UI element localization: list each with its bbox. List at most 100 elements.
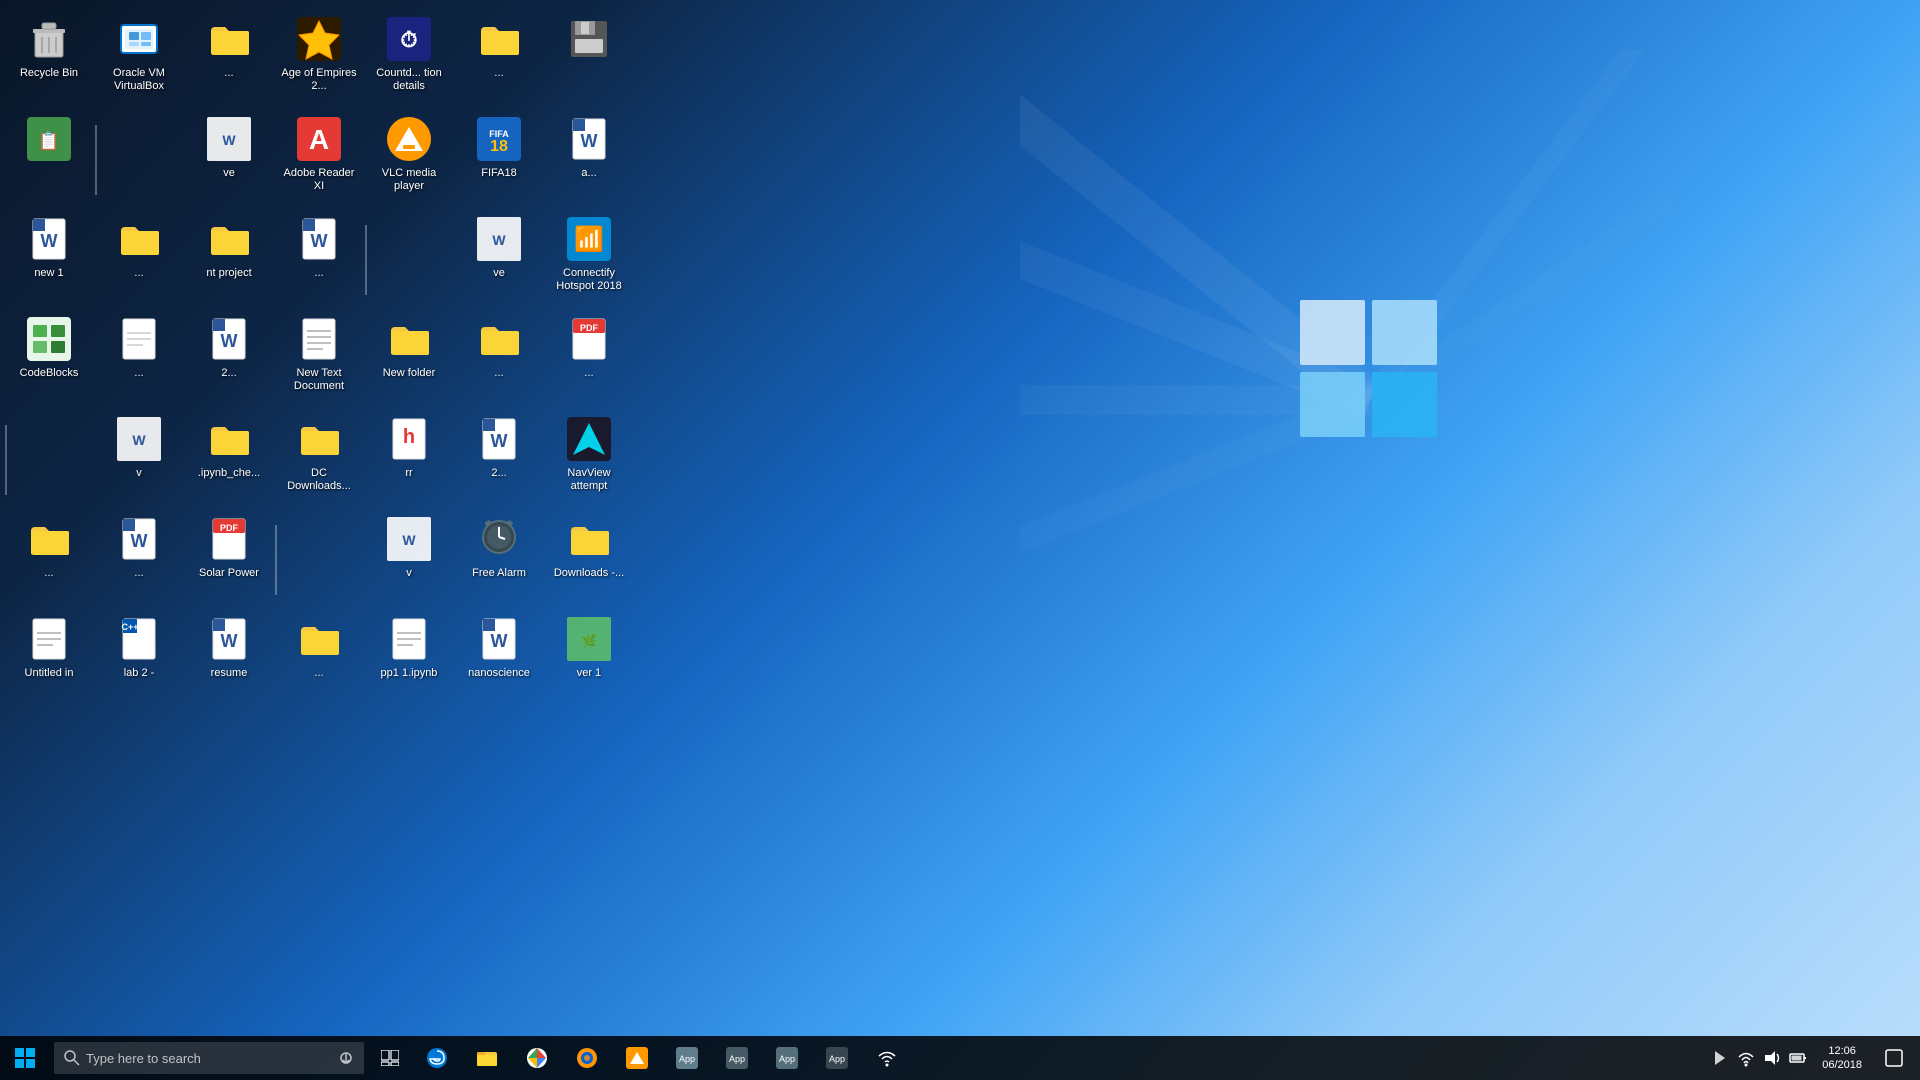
navview-icon[interactable]: NavView attempt [545, 410, 633, 510]
taskbar-app8[interactable]: App [762, 1036, 812, 1080]
desktop: Recycle Bin Oracle VM VirtualBox ... Age… [0, 0, 1920, 1080]
volume-tray-icon[interactable] [1762, 1048, 1782, 1068]
ver1-icon[interactable]: 🌿 ver 1 [545, 610, 633, 710]
taskbar: App App App App [0, 1036, 1920, 1080]
svg-text:⏱: ⏱ [400, 27, 417, 52]
taskbar-chrome[interactable] [512, 1036, 562, 1080]
folder-label-1: ... [224, 67, 233, 80]
taskbar-wifi[interactable] [862, 1036, 912, 1080]
svg-text:W: W [222, 132, 236, 148]
folder-icon-8[interactable]: ... [275, 610, 363, 710]
folder-icon-6[interactable]: ... [455, 310, 543, 410]
connectify-icon[interactable]: 📶 Connectify Hotspot 2018 [545, 210, 633, 310]
nt-project-label: nt project [206, 267, 251, 280]
oracle-vm-icon[interactable]: Oracle VM VirtualBox [95, 10, 183, 110]
task-view-button[interactable] [368, 1036, 412, 1080]
pdf-icon-1[interactable]: PDF ... [545, 310, 633, 410]
ve-icon-2[interactable]: W ve [455, 210, 543, 310]
untitled-icon[interactable]: Untitled in [5, 610, 93, 710]
nt-project-icon[interactable]: nt project [185, 210, 273, 310]
taskbar-app6[interactable]: App [662, 1036, 712, 1080]
nanoscience-icon[interactable]: W nanoscience [455, 610, 543, 710]
word-doc-1[interactable]: W a... [545, 110, 633, 210]
codeblocks-icon[interactable]: CodeBlocks [5, 310, 93, 410]
adobe-reader-label: Adobe Reader XI [278, 167, 360, 193]
new-folder-label: New folder [383, 367, 436, 380]
v3-icon[interactable]: W v [95, 410, 183, 510]
resume-label: resume [211, 667, 248, 680]
recycle-bin-icon[interactable]: Recycle Bin [5, 10, 93, 110]
floppy-icon[interactable] [545, 10, 633, 110]
ve-label-1: ve [223, 167, 235, 180]
new-text-document-label: New Text Document [278, 367, 360, 393]
taskbar-edge[interactable] [412, 1036, 462, 1080]
taskbar-explorer[interactable] [462, 1036, 512, 1080]
taskbar-apps: App App App App [412, 1036, 1702, 1080]
ve-icon-1[interactable]: W ve [185, 110, 273, 210]
ipynb-label: .ipynb_che... [198, 467, 260, 480]
rr-label: rr [405, 467, 412, 480]
search-bar[interactable] [54, 1042, 364, 1074]
folder-label-2: ... [494, 67, 503, 80]
countdown-icon[interactable]: ⏱ Countd... tion details [365, 10, 453, 110]
v3-label: v [136, 467, 142, 480]
pp1-icon[interactable]: pp1 1.ipynb [365, 610, 453, 710]
oracle-vm-label: Oracle VM VirtualBox [98, 67, 180, 93]
taskbar-firefox[interactable] [562, 1036, 612, 1080]
folder-icon-1[interactable]: ... [185, 10, 273, 110]
misc-icon-1[interactable]: 📋 [5, 110, 93, 210]
lab2-icon[interactable]: C++ lab 2 - [95, 610, 183, 710]
svg-text:App: App [829, 1054, 845, 1064]
search-input[interactable] [86, 1051, 326, 1066]
untitled-label: Untitled in [25, 667, 74, 680]
new-folder-icon[interactable]: New folder [365, 310, 453, 410]
vlc-label: VLC media player [368, 167, 450, 193]
word-doc-2[interactable]: W ... [275, 210, 363, 310]
notification-button[interactable] [1876, 1036, 1912, 1080]
start-button[interactable] [0, 1036, 50, 1080]
new1-icon[interactable]: W new 1 [5, 210, 93, 310]
taskbar-vlc[interactable] [612, 1036, 662, 1080]
folder-icon-3[interactable]: ... [95, 210, 183, 310]
v4-icon[interactable]: W v [365, 510, 453, 610]
word-doc-5[interactable]: W ... [95, 510, 183, 610]
doc-icon-1[interactable]: ... [95, 310, 183, 410]
navview-label: NavView attempt [548, 467, 630, 493]
ve-label-2: ve [493, 267, 505, 280]
dc-downloads-icon[interactable]: DC Downloads... [275, 410, 363, 510]
adobe-reader-icon[interactable]: A Adobe Reader XI [275, 110, 363, 210]
solar-power-icon[interactable]: PDF Solar Power [185, 510, 273, 610]
word-doc-4[interactable]: W 2... [455, 410, 543, 510]
svg-text:W: W [491, 431, 508, 451]
svg-text:W: W [492, 232, 506, 248]
clock[interactable]: 12:06 06/2018 [1814, 1036, 1870, 1080]
svg-text:W: W [491, 631, 508, 651]
free-alarm-icon[interactable]: Free Alarm [455, 510, 543, 610]
divider-1 [95, 125, 97, 195]
show-hidden-icons[interactable] [1710, 1048, 1730, 1068]
folder-icon-7[interactable]: ... [5, 510, 93, 610]
folder-icon-2[interactable]: ... [455, 10, 543, 110]
rr-icon[interactable]: h rr [365, 410, 453, 510]
fifa18-icon[interactable]: FIFA18 FIFA18 [455, 110, 543, 210]
downloads-label: Downloads -... [554, 567, 624, 580]
svg-text:W: W [581, 131, 598, 151]
free-alarm-label: Free Alarm [472, 567, 526, 580]
ipynb-icon[interactable]: .ipynb_che... [185, 410, 273, 510]
solar-power-label: Solar Power [199, 567, 259, 580]
network-tray-icon[interactable] [1736, 1048, 1756, 1068]
word-doc-label-3: 2... [221, 367, 236, 380]
downloads-icon[interactable]: Downloads -... [545, 510, 633, 610]
doc-label-1: ... [134, 367, 143, 380]
new-text-document-icon[interactable]: New Text Document [275, 310, 363, 410]
taskbar-app7[interactable]: App [712, 1036, 762, 1080]
svg-text:App: App [779, 1054, 795, 1064]
svg-text:C++: C++ [121, 622, 138, 632]
age-of-empires-icon[interactable]: Age of Empires 2... [275, 10, 363, 110]
taskbar-app9[interactable]: App [812, 1036, 862, 1080]
battery-tray-icon[interactable] [1788, 1048, 1808, 1068]
svg-text:W: W [311, 231, 328, 251]
vlc-icon[interactable]: VLC media player [365, 110, 453, 210]
word-doc-3[interactable]: W 2... [185, 310, 273, 410]
resume-icon[interactable]: W resume [185, 610, 273, 710]
